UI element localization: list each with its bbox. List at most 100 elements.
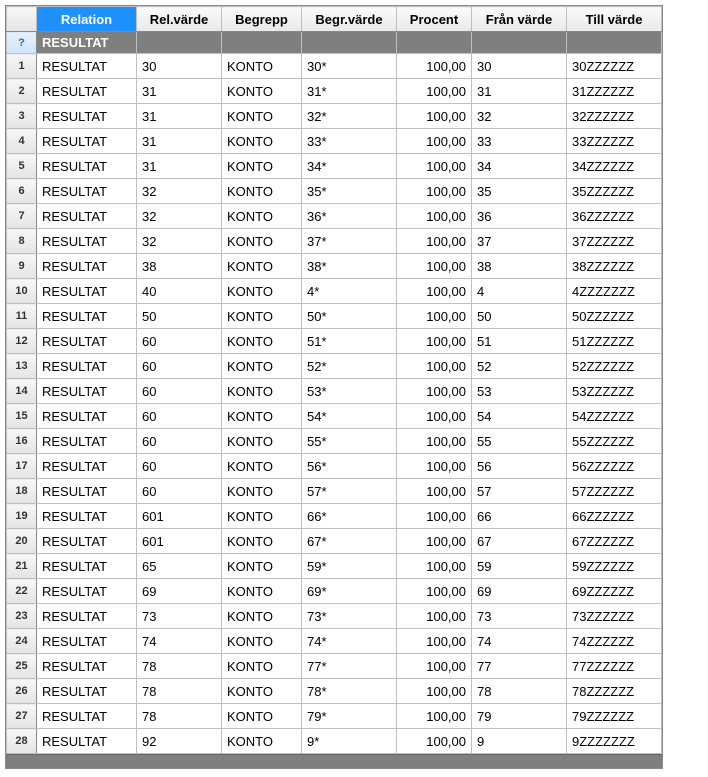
cell-relation[interactable]: RESULTAT: [37, 554, 137, 579]
col-header-relation[interactable]: Relation: [37, 7, 137, 32]
table-row[interactable]: 25RESULTAT78KONTO77*100,007777ZZZZZZ: [7, 654, 662, 679]
cell-tillvarde[interactable]: 34ZZZZZZ: [567, 154, 662, 179]
rownum-cell[interactable]: 21: [7, 554, 37, 579]
rownum-cell[interactable]: 6: [7, 179, 37, 204]
cell-begrepp[interactable]: KONTO: [222, 479, 302, 504]
cell-relation[interactable]: RESULTAT: [37, 154, 137, 179]
table-row[interactable]: 27RESULTAT78KONTO79*100,007979ZZZZZZ: [7, 704, 662, 729]
cell-franvarde[interactable]: 67: [472, 529, 567, 554]
rownum-cell[interactable]: 26: [7, 679, 37, 704]
cell-relation[interactable]: RESULTAT: [37, 229, 137, 254]
rownum-cell[interactable]: 17: [7, 454, 37, 479]
col-header-rownum[interactable]: [7, 7, 37, 32]
cell-relation[interactable]: RESULTAT: [37, 329, 137, 354]
cell-procent[interactable]: 100,00: [397, 454, 472, 479]
cell-franvarde[interactable]: 56: [472, 454, 567, 479]
table-row[interactable]: 8RESULTAT32KONTO37*100,003737ZZZZZZ: [7, 229, 662, 254]
rownum-cell[interactable]: 11: [7, 304, 37, 329]
cell-begrvarde[interactable]: 31*: [302, 79, 397, 104]
cell-begrepp[interactable]: KONTO: [222, 579, 302, 604]
cell-franvarde[interactable]: 78: [472, 679, 567, 704]
cell-franvarde[interactable]: 36: [472, 204, 567, 229]
cell-tillvarde[interactable]: 33ZZZZZZ: [567, 129, 662, 154]
cell-franvarde[interactable]: 59: [472, 554, 567, 579]
cell-relvarde[interactable]: 32: [137, 179, 222, 204]
cell-begrvarde[interactable]: 34*: [302, 154, 397, 179]
table-row[interactable]: 18RESULTAT60KONTO57*100,005757ZZZZZZ: [7, 479, 662, 504]
cell-relation[interactable]: RESULTAT: [37, 379, 137, 404]
cell-procent[interactable]: 100,00: [397, 129, 472, 154]
cell-procent[interactable]: 100,00: [397, 554, 472, 579]
rownum-cell[interactable]: 24: [7, 629, 37, 654]
cell-procent[interactable]: 100,00: [397, 304, 472, 329]
filter-cell-begrepp[interactable]: [222, 32, 302, 54]
cell-procent[interactable]: 100,00: [397, 279, 472, 304]
cell-relation[interactable]: RESULTAT: [37, 579, 137, 604]
cell-tillvarde[interactable]: 73ZZZZZZ: [567, 604, 662, 629]
cell-begrepp[interactable]: KONTO: [222, 604, 302, 629]
table-row[interactable]: 2RESULTAT31KONTO31*100,003131ZZZZZZ: [7, 79, 662, 104]
cell-begrepp[interactable]: KONTO: [222, 254, 302, 279]
col-header-procent[interactable]: Procent: [397, 7, 472, 32]
cell-tillvarde[interactable]: 31ZZZZZZ: [567, 79, 662, 104]
cell-tillvarde[interactable]: 51ZZZZZZ: [567, 329, 662, 354]
cell-franvarde[interactable]: 57: [472, 479, 567, 504]
cell-relation[interactable]: RESULTAT: [37, 654, 137, 679]
cell-procent[interactable]: 100,00: [397, 654, 472, 679]
rownum-cell[interactable]: 14: [7, 379, 37, 404]
cell-procent[interactable]: 100,00: [397, 579, 472, 604]
cell-begrepp[interactable]: KONTO: [222, 354, 302, 379]
cell-relvarde[interactable]: 38: [137, 254, 222, 279]
cell-begrvarde[interactable]: 51*: [302, 329, 397, 354]
cell-begrvarde[interactable]: 59*: [302, 554, 397, 579]
cell-begrepp[interactable]: KONTO: [222, 154, 302, 179]
cell-franvarde[interactable]: 4: [472, 279, 567, 304]
cell-franvarde[interactable]: 34: [472, 154, 567, 179]
rownum-cell[interactable]: 27: [7, 704, 37, 729]
filter-cell-relvarde[interactable]: [137, 32, 222, 54]
table-row[interactable]: 7RESULTAT32KONTO36*100,003636ZZZZZZ: [7, 204, 662, 229]
cell-begrvarde[interactable]: 67*: [302, 529, 397, 554]
cell-tillvarde[interactable]: 36ZZZZZZ: [567, 204, 662, 229]
cell-begrepp[interactable]: KONTO: [222, 454, 302, 479]
cell-procent[interactable]: 100,00: [397, 704, 472, 729]
rownum-cell[interactable]: 9: [7, 254, 37, 279]
cell-begrvarde[interactable]: 55*: [302, 429, 397, 454]
cell-relvarde[interactable]: 60: [137, 454, 222, 479]
cell-relvarde[interactable]: 40: [137, 279, 222, 304]
cell-procent[interactable]: 100,00: [397, 229, 472, 254]
rownum-cell[interactable]: 18: [7, 479, 37, 504]
cell-franvarde[interactable]: 51: [472, 329, 567, 354]
table-row[interactable]: 15RESULTAT60KONTO54*100,005454ZZZZZZ: [7, 404, 662, 429]
filter-cell-procent[interactable]: [397, 32, 472, 54]
cell-tillvarde[interactable]: 56ZZZZZZ: [567, 454, 662, 479]
cell-relation[interactable]: RESULTAT: [37, 404, 137, 429]
cell-relation[interactable]: RESULTAT: [37, 454, 137, 479]
cell-franvarde[interactable]: 73: [472, 604, 567, 629]
rownum-cell[interactable]: 7: [7, 204, 37, 229]
rownum-cell[interactable]: 28: [7, 729, 37, 754]
cell-franvarde[interactable]: 54: [472, 404, 567, 429]
cell-begrepp[interactable]: KONTO: [222, 179, 302, 204]
cell-relvarde[interactable]: 32: [137, 204, 222, 229]
rownum-cell[interactable]: 5: [7, 154, 37, 179]
cell-begrepp[interactable]: KONTO: [222, 379, 302, 404]
table-row[interactable]: 11RESULTAT50KONTO50*100,005050ZZZZZZ: [7, 304, 662, 329]
table-row[interactable]: 10RESULTAT40KONTO4*100,0044ZZZZZZZ: [7, 279, 662, 304]
cell-relvarde[interactable]: 60: [137, 329, 222, 354]
cell-relation[interactable]: RESULTAT: [37, 279, 137, 304]
cell-begrvarde[interactable]: 77*: [302, 654, 397, 679]
cell-begrvarde[interactable]: 53*: [302, 379, 397, 404]
col-header-begrvarde[interactable]: Begr.värde: [302, 7, 397, 32]
cell-begrvarde[interactable]: 57*: [302, 479, 397, 504]
cell-relvarde[interactable]: 78: [137, 679, 222, 704]
cell-tillvarde[interactable]: 9ZZZZZZZ: [567, 729, 662, 754]
cell-begrepp[interactable]: KONTO: [222, 429, 302, 454]
cell-franvarde[interactable]: 50: [472, 304, 567, 329]
cell-begrepp[interactable]: KONTO: [222, 129, 302, 154]
cell-begrvarde[interactable]: 30*: [302, 54, 397, 79]
cell-relation[interactable]: RESULTAT: [37, 304, 137, 329]
cell-relvarde[interactable]: 60: [137, 479, 222, 504]
cell-relvarde[interactable]: 92: [137, 729, 222, 754]
cell-begrvarde[interactable]: 4*: [302, 279, 397, 304]
